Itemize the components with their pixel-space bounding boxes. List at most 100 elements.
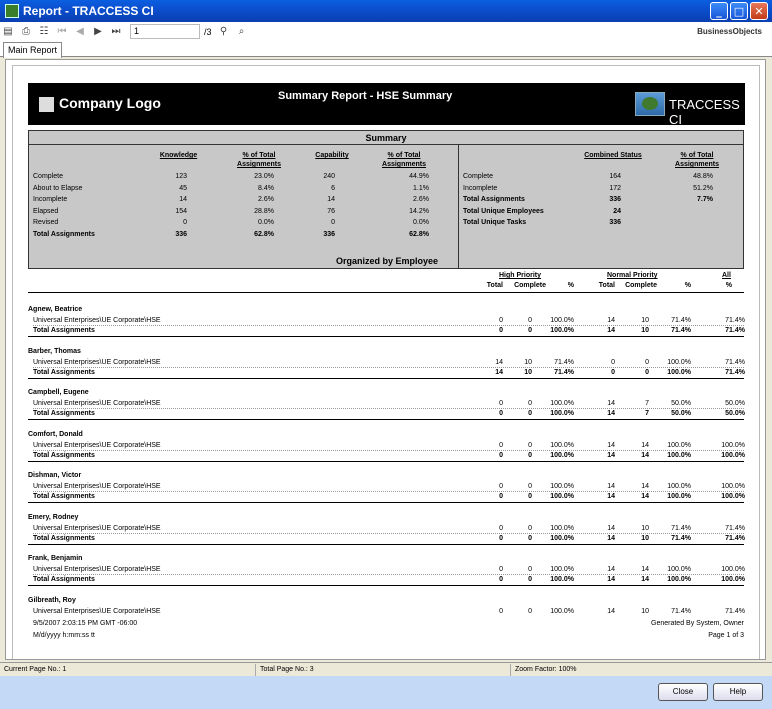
- footer-generated: Generated By System, Owner: [651, 620, 744, 627]
- total-assignments-label: Total Assignments: [33, 368, 95, 376]
- employee-cell: 100.0%: [721, 566, 745, 573]
- column-header: Total: [598, 282, 615, 289]
- total-cell: 100.0%: [667, 451, 691, 459]
- search-icon[interactable]: ⚲: [216, 24, 232, 40]
- total-cell: 14: [607, 410, 615, 417]
- column-header: %: [684, 282, 691, 289]
- employee-cell: 10: [641, 607, 649, 615]
- total-cell: 14: [607, 493, 615, 500]
- status-bar: Current Page No.: 1 Total Page No.: 3 Zo…: [0, 662, 772, 676]
- employee-cell: 0: [528, 524, 532, 532]
- total-cell: 100.0%: [721, 576, 745, 583]
- total-cell: 14: [495, 368, 503, 376]
- company-logo-text: Company Logo: [59, 95, 161, 111]
- employee-cell: 0: [499, 524, 503, 532]
- employee-cell: 0: [611, 358, 615, 366]
- employee-cell: 14: [607, 524, 615, 532]
- total-cell: 100.0%: [667, 368, 691, 376]
- dotted-separator: [33, 325, 744, 326]
- summary-row-label: Total Assignments: [33, 230, 95, 238]
- report-viewer[interactable]: Company Logo Summary Report - HSE Summar…: [5, 59, 766, 660]
- page-number-input[interactable]: 1: [130, 24, 200, 39]
- employee-cell: 100.0%: [721, 483, 745, 490]
- print-icon[interactable]: ⎙: [18, 24, 34, 40]
- employee-cell: 0: [528, 400, 532, 407]
- summary-cell: 154: [175, 207, 187, 215]
- total-cell: 14: [641, 451, 649, 459]
- total-cell: 71.4%: [725, 534, 745, 542]
- employee-divider: [28, 377, 744, 379]
- export-icon[interactable]: ▤: [0, 24, 16, 40]
- total-cell: 100.0%: [550, 451, 574, 459]
- org-path: Universal Enterprises\UE Corporate\HSE: [33, 524, 161, 532]
- total-cell: 0: [499, 493, 503, 500]
- summary-cell: 0: [331, 219, 335, 226]
- close-window-button[interactable]: ✕: [750, 2, 768, 20]
- status-current-page: Current Page No.: 1: [4, 666, 67, 673]
- summary-cell: 240: [323, 173, 335, 180]
- employee-cell: 100.0%: [667, 441, 691, 449]
- maximize-button[interactable]: □: [730, 2, 748, 20]
- total-cell: 0: [528, 410, 532, 417]
- employee-divider: [28, 543, 744, 545]
- employee-cell: 0: [528, 566, 532, 573]
- summary-row-label: Revised: [33, 219, 59, 226]
- last-page-icon[interactable]: ⏭: [108, 24, 124, 40]
- org-path: Universal Enterprises\UE Corporate\HSE: [33, 400, 161, 407]
- previous-page-icon[interactable]: ◀: [72, 24, 88, 40]
- total-cell: 10: [641, 327, 649, 334]
- summary-right-cell: 24: [613, 207, 621, 215]
- summary-cell: 0.0%: [258, 219, 274, 226]
- org-path: Universal Enterprises\UE Corporate\HSE: [33, 566, 161, 573]
- close-button[interactable]: Close: [658, 683, 708, 701]
- summary-right-label: Total Unique Tasks: [463, 219, 527, 226]
- priority-group-header: All: [722, 272, 731, 279]
- total-cell: 7: [645, 410, 649, 417]
- summary-right-cell: 164: [609, 173, 621, 180]
- tab-main-report[interactable]: Main Report: [3, 42, 63, 58]
- priority-group-header: High Priority: [499, 272, 542, 279]
- total-cell: 10: [524, 368, 532, 376]
- business-objects-logo: BusinessObjects: [697, 27, 762, 36]
- total-cell: 71.4%: [725, 327, 745, 334]
- employee-name: Barber, Thomas: [28, 347, 81, 355]
- zoom-icon[interactable]: ⌕: [234, 24, 250, 40]
- summary-cell: 45: [179, 184, 187, 192]
- summary-cell: 2.6%: [413, 196, 429, 203]
- summary-cell: 2.6%: [258, 196, 274, 203]
- employee-cell: 100.0%: [550, 524, 574, 532]
- group-tree-icon[interactable]: ☷: [36, 24, 52, 40]
- employee-cell: 0: [645, 358, 649, 366]
- employee-cell: 0: [499, 441, 503, 449]
- employee-cell: 100.0%: [550, 607, 574, 615]
- first-page-icon[interactable]: ⏮: [54, 24, 70, 40]
- employee-cell: 71.4%: [554, 358, 574, 366]
- summary-cell: 6: [331, 184, 335, 192]
- status-total-page: Total Page No.: 3: [260, 666, 314, 673]
- org-path: Universal Enterprises\UE Corporate\HSE: [33, 483, 161, 490]
- employee-cell: 71.4%: [725, 524, 745, 532]
- next-page-icon[interactable]: ▶: [90, 24, 106, 40]
- help-button[interactable]: Help: [713, 683, 763, 701]
- employee-cell: 100.0%: [550, 400, 574, 407]
- summary-cell: 14: [179, 196, 187, 203]
- title-bar[interactable]: Report - TRACCESS CI _ □ ✕: [0, 0, 772, 22]
- employee-cell: 0: [499, 607, 503, 615]
- total-cell: 10: [641, 534, 649, 542]
- button-bar: Close Help: [0, 676, 772, 709]
- total-cell: 100.0%: [550, 327, 574, 334]
- logo-placeholder-icon: [39, 97, 54, 112]
- employee-cell: 0: [528, 317, 532, 324]
- summary-right-label: Total Unique Employees: [463, 207, 544, 215]
- employee-cell: 71.4%: [725, 607, 745, 615]
- dotted-separator: [33, 574, 744, 575]
- summary-left-header: % of Total Assignments: [382, 152, 426, 168]
- total-cell: 71.4%: [671, 534, 691, 542]
- dotted-separator: [33, 491, 744, 492]
- minimize-button[interactable]: _: [710, 2, 728, 20]
- summary-cell: 0: [183, 219, 187, 226]
- org-path: Universal Enterprises\UE Corporate\HSE: [33, 317, 161, 324]
- employee-cell: 100.0%: [721, 441, 745, 449]
- table-divider: [28, 292, 744, 293]
- summary-left-header: Knowledge: [159, 152, 198, 159]
